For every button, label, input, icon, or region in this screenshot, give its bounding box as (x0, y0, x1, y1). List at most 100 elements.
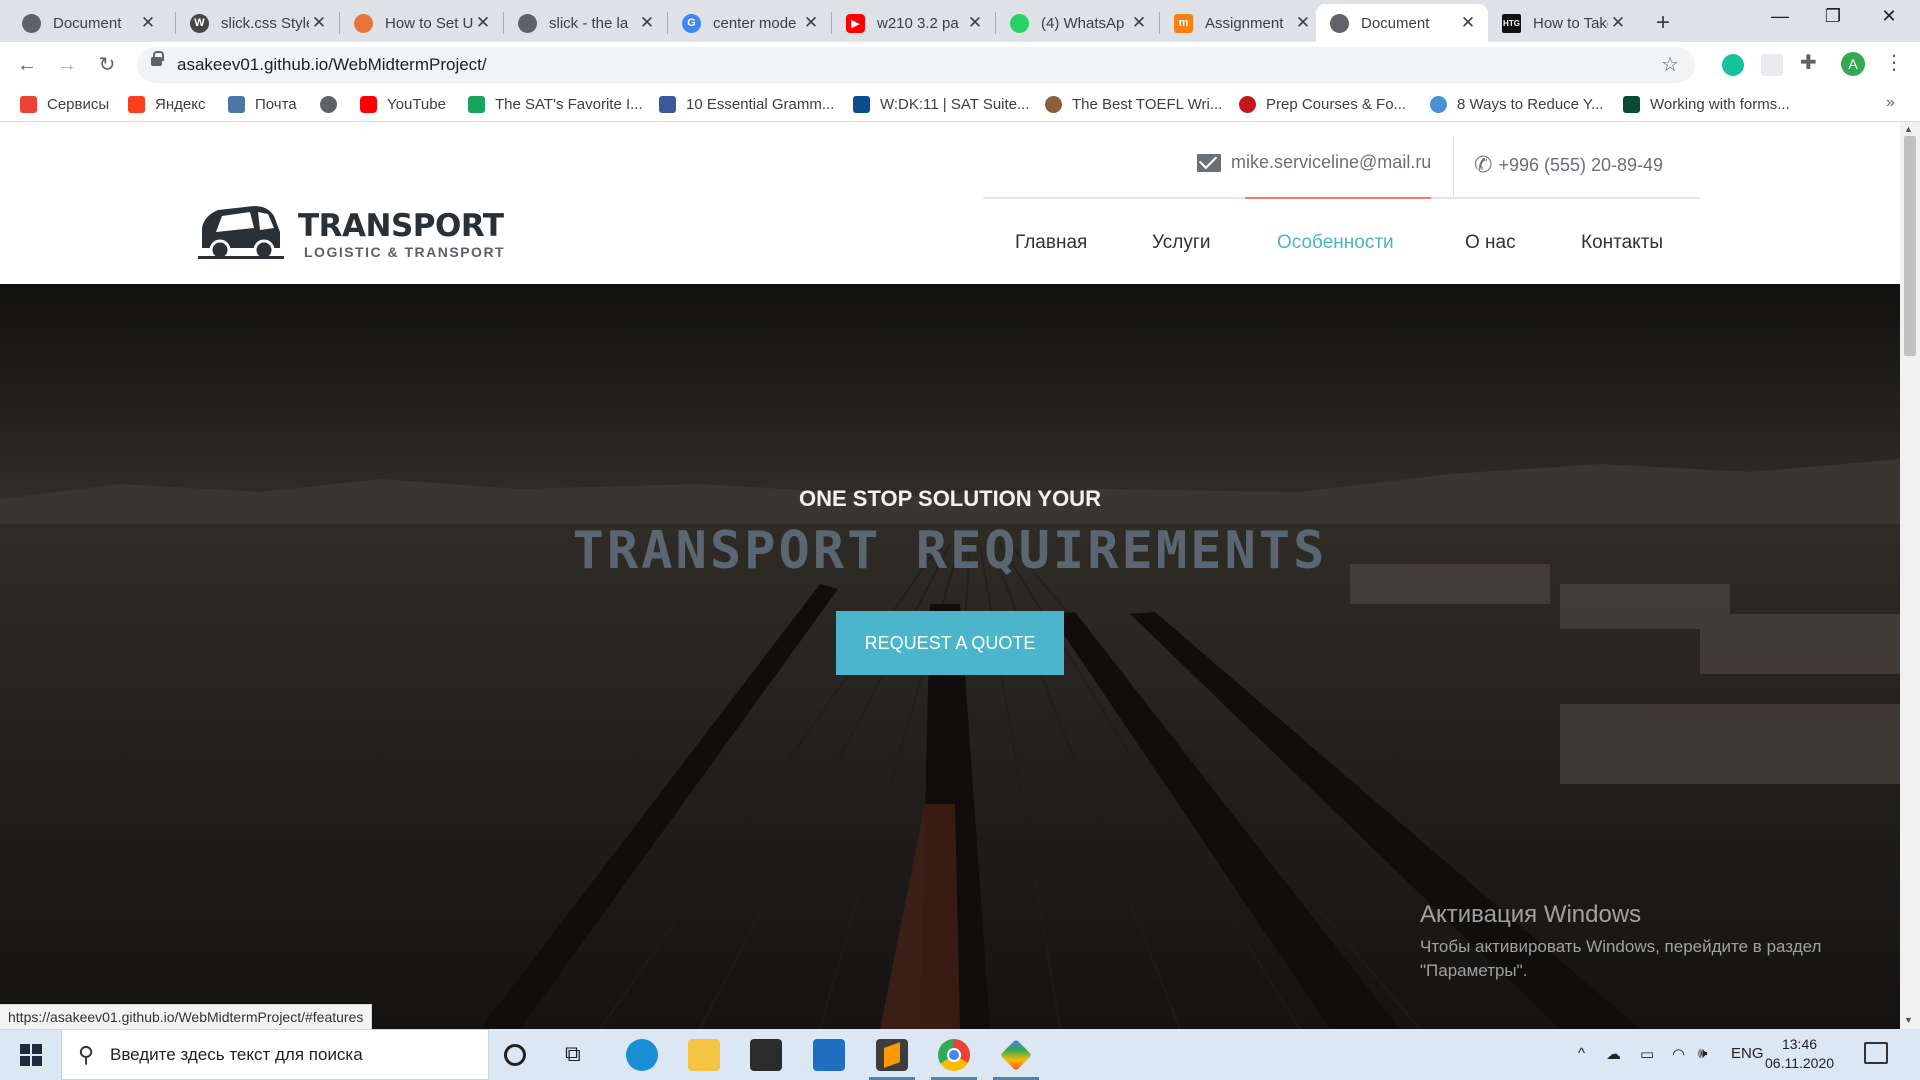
contact-phone[interactable]: ✆ +996 (555) 20-89-49 (1474, 152, 1663, 178)
browser-tab[interactable]: Document ✕ (8, 4, 168, 42)
app-icon[interactable] (1000, 1039, 1032, 1071)
url-text[interactable]: asakeev01.github.io/WebMidtermProject/ (177, 55, 487, 75)
onedrive-icon[interactable]: ☁ (1606, 1045, 1621, 1063)
browser-tab[interactable]: slick - the la ✕ (504, 4, 667, 42)
tab-title: slick - the la (549, 14, 629, 32)
store-icon[interactable] (750, 1039, 782, 1071)
contact-email[interactable]: mike.serviceline@mail.ru (1197, 152, 1431, 173)
bookmark-item[interactable]: Почта (228, 96, 297, 113)
scroll-down-icon[interactable]: ▼ (1904, 1015, 1913, 1025)
close-icon[interactable]: ✕ (1129, 13, 1149, 33)
close-icon[interactable]: ✕ (1293, 13, 1313, 33)
htg-icon: HTG (1502, 13, 1521, 33)
minimize-button[interactable]: — (1760, 6, 1800, 27)
close-icon[interactable]: ✕ (637, 13, 657, 33)
nav-link-home[interactable]: Главная (1015, 232, 1087, 254)
site-logo[interactable]: TRANSPORT LOGISTIC & TRANSPORT (198, 202, 508, 272)
windows-start-icon[interactable] (20, 1044, 42, 1066)
tab-title: (4) WhatsAp (1041, 14, 1125, 32)
browser-tab[interactable]: (4) WhatsAp ✕ (996, 4, 1159, 42)
bookmark-item[interactable]: Prep Courses & Fo... (1239, 96, 1406, 113)
new-tab-button[interactable]: + (1656, 9, 1670, 37)
nav-link-about[interactable]: О нас (1465, 232, 1516, 254)
address-bar[interactable]: asakeev01.github.io/WebMidtermProject/ ☆ (137, 47, 1695, 83)
tab-title: How to Set U (385, 14, 473, 32)
browser-tab[interactable]: How to Set U ✕ (340, 4, 503, 42)
browser-tab[interactable]: G center mode ✕ (668, 4, 831, 42)
close-icon[interactable]: ✕ (473, 13, 493, 33)
sublime-text-icon[interactable] (876, 1039, 908, 1071)
puzzle-icon[interactable]: ✚ (1800, 50, 1822, 74)
taskbar-search[interactable]: ⚲ Введите здесь текст для поиска (61, 1029, 489, 1080)
globe-icon (518, 13, 537, 33)
extension-icon[interactable] (1761, 54, 1783, 76)
nav-link-features[interactable]: Особенности (1277, 232, 1394, 254)
browser-tab[interactable]: W slick.css Style ✕ (176, 4, 339, 42)
browser-tab[interactable]: m Assignment ✕ (1160, 4, 1323, 42)
bookmark-item[interactable] (320, 96, 347, 113)
hero-banner: ONE STOP SOLUTION YOUR TRANSPORT REQUIRE… (0, 284, 1900, 1029)
phone-icon: ✆ (1474, 152, 1493, 177)
maximize-button[interactable]: ❐ (1813, 6, 1853, 27)
reload-button[interactable]: ↻ (92, 50, 122, 80)
bookmark-item[interactable]: Сервисы (20, 96, 109, 113)
browser-tab[interactable]: HTG How to Take ✕ (1488, 4, 1638, 42)
tray-overflow-icon[interactable]: ^ (1578, 1045, 1585, 1062)
tab-title: slick.css Style (221, 14, 309, 32)
nav-link-contacts[interactable]: Контакты (1581, 232, 1663, 254)
scroll-up-icon[interactable]: ▲ (1904, 124, 1913, 134)
notification-center-icon[interactable] (1864, 1042, 1888, 1064)
youtube-icon: ▶ (846, 13, 865, 33)
cortana-icon[interactable] (504, 1044, 526, 1066)
edge-icon[interactable] (626, 1039, 658, 1071)
volume-icon[interactable]: 🕪 (1698, 1045, 1707, 1062)
file-explorer-icon[interactable] (688, 1039, 720, 1071)
google-icon: G (682, 13, 701, 33)
request-quote-button[interactable]: REQUEST A QUOTE (836, 611, 1064, 675)
scroll-thumb[interactable] (1904, 136, 1916, 356)
close-icon[interactable]: ✕ (1458, 13, 1478, 33)
chrome-icon[interactable] (938, 1039, 970, 1071)
close-window-button[interactable]: ✕ (1869, 6, 1909, 27)
bookmark-item[interactable]: Working with forms... (1623, 96, 1790, 113)
page-scrollbar[interactable]: ▲ ▼ (1900, 122, 1920, 1029)
mail-icon (228, 96, 245, 113)
profile-avatar[interactable]: A (1841, 52, 1865, 76)
bookmark-item[interactable]: 8 Ways to Reduce Y... (1430, 96, 1603, 113)
youtube-icon (360, 96, 377, 113)
task-view-icon[interactable]: ⧉ (565, 1041, 597, 1073)
forward-button[interactable]: → (52, 50, 82, 80)
logo-title: TRANSPORT (298, 208, 504, 244)
close-icon[interactable]: ✕ (801, 13, 821, 33)
grammarly-icon[interactable] (1722, 54, 1744, 76)
browser-tab-active[interactable]: Document ✕ (1316, 4, 1488, 42)
back-button[interactable]: ← (12, 50, 42, 80)
clock[interactable]: 13:46 06.11.2020 (1765, 1035, 1834, 1073)
header-rule-accent (1245, 197, 1431, 199)
bookmark-item[interactable]: 10 Essential Gramm... (659, 96, 834, 113)
lock-icon (151, 51, 164, 66)
bookmark-item[interactable]: The Best TOEFL Wri... (1045, 96, 1222, 113)
close-icon[interactable]: ✕ (309, 13, 329, 33)
tab-title: Document (53, 14, 122, 32)
close-icon[interactable]: ✕ (1608, 13, 1628, 33)
mail-icon[interactable] (813, 1039, 845, 1071)
wifi-icon[interactable]: ◠ (1672, 1045, 1685, 1063)
bookmark-star-icon[interactable]: ☆ (1661, 52, 1679, 77)
globe-icon (22, 13, 41, 33)
browser-tab[interactable]: ▶ w210 3.2 pa ✕ (832, 4, 995, 42)
battery-icon[interactable]: ▭ (1640, 1045, 1654, 1063)
shield-icon (853, 96, 870, 113)
menu-icon[interactable]: ⋮ (1884, 50, 1904, 75)
site-icon (1430, 96, 1447, 113)
nav-link-services[interactable]: Услуги (1152, 232, 1210, 254)
bookmarks-overflow-icon[interactable]: » (1886, 94, 1895, 112)
language-indicator[interactable]: ENG (1731, 1045, 1764, 1062)
close-icon[interactable]: ✕ (965, 13, 985, 33)
close-icon[interactable]: ✕ (138, 13, 158, 33)
bookmark-item[interactable]: W:DK:11 | SAT Suite... (853, 96, 1030, 113)
phone-text: +996 (555) 20-89-49 (1498, 154, 1664, 175)
bookmark-item[interactable]: YouTube (360, 96, 446, 113)
bookmark-item[interactable]: The SAT's Favorite I... (468, 96, 643, 113)
bookmark-item[interactable]: Яндекс (128, 96, 205, 113)
